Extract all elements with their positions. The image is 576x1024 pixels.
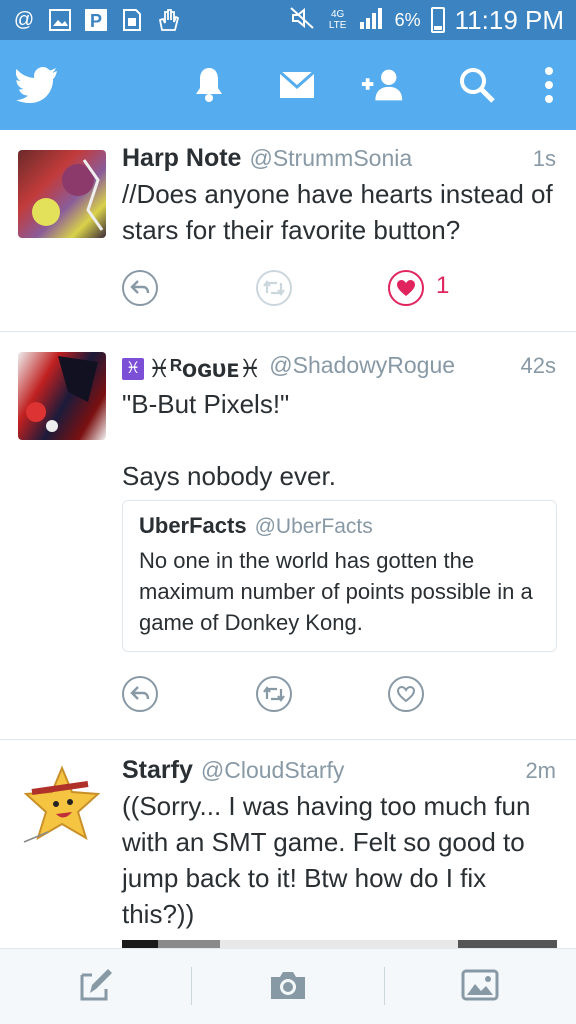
display-name[interactable]: Starfy [122, 756, 193, 785]
favorite-button[interactable] [388, 270, 424, 306]
reply-button[interactable] [122, 676, 158, 712]
display-name-container[interactable]: ♓ ♓ᴿᴏɢᴜᴇ♓ [122, 354, 261, 384]
hand-icon [156, 8, 180, 32]
favorite-count: 1 [436, 272, 450, 299]
battery-percent: 6% [394, 9, 421, 30]
quoted-display-name[interactable]: UberFacts [139, 513, 247, 539]
retweet-button[interactable] [256, 676, 292, 712]
envelope-icon[interactable] [274, 62, 320, 108]
tweet-header: Starfy @CloudStarfy 2m [122, 756, 556, 790]
svg-text:P: P [90, 11, 102, 31]
pisces-badge-icon: ♓ [122, 358, 144, 380]
at-icon: @ [13, 8, 35, 31]
user-handle[interactable]: @CloudStarfy [201, 757, 345, 784]
search-icon[interactable] [454, 62, 500, 108]
tweet-text: ((Sorry... I was having too much fun wit… [122, 791, 531, 929]
tweet-header: Harp Note @StrummSonia 1s [122, 144, 556, 178]
bell-icon[interactable] [186, 62, 232, 108]
status-bar: @ P 4G LTE 6% 11:19 PM [0, 0, 576, 40]
avatar[interactable] [18, 150, 106, 238]
display-name: ♓ᴿᴏɢᴜᴇ♓ [148, 355, 262, 383]
heart-filled-icon [397, 280, 415, 296]
avatar[interactable] [18, 352, 106, 440]
overflow-menu-icon[interactable] [526, 62, 572, 108]
twitter-bird-icon[interactable] [14, 62, 60, 108]
heart-outline-icon [396, 685, 416, 703]
compose-icon[interactable] [76, 965, 116, 1005]
add-user-icon[interactable] [360, 62, 406, 108]
reply-icon [130, 686, 150, 700]
image-icon [48, 8, 72, 32]
p-badge-icon: P [84, 8, 108, 32]
retweet-icon [263, 686, 285, 702]
quoted-user-handle[interactable]: @UberFacts [255, 515, 373, 539]
timestamp: 2m [525, 758, 556, 783]
signal-icon [359, 6, 385, 35]
retweet-icon [263, 280, 285, 296]
camera-icon[interactable] [268, 965, 308, 1005]
gallery-icon[interactable] [460, 965, 500, 1005]
quoted-tweet-text: No one in the world has gotten the maxim… [139, 548, 533, 635]
divider [384, 967, 385, 1005]
attached-image-preview[interactable] [122, 940, 557, 948]
reply-button[interactable] [122, 270, 158, 306]
quoted-tweet-header: UberFacts @UberFacts [139, 513, 540, 539]
clock: 11:19 PM [454, 4, 564, 35]
reply-icon [130, 280, 150, 294]
user-handle[interactable]: @StrummSonia [249, 145, 412, 172]
avatar[interactable] [18, 762, 106, 850]
timeline[interactable]: Harp Note @StrummSonia 1s //Does anyone … [0, 130, 576, 948]
bottom-action-bar [0, 948, 576, 1024]
retweet-button-disabled [256, 270, 292, 306]
display-name[interactable]: Harp Note [122, 144, 241, 173]
divider [191, 967, 192, 1005]
tweet[interactable]: Starfy @CloudStarfy 2m ((Sorry... I was … [0, 740, 576, 948]
mute-icon [289, 6, 317, 35]
tweet-actions: 1 [122, 270, 482, 306]
tweet[interactable]: Harp Note @StrummSonia 1s //Does anyone … [0, 130, 576, 332]
tweet-actions [122, 676, 482, 712]
notification-icons: @ P [12, 8, 180, 32]
timestamp: 42s [520, 353, 556, 378]
favorite-button[interactable] [388, 676, 424, 712]
tweet-header: ♓ ♓ᴿᴏɢᴜᴇ♓ @ShadowyRogue 42s [122, 352, 556, 386]
timestamp: 1s [532, 146, 556, 171]
tweet-text: "B-But Pixels!" Says nobody ever. [122, 389, 336, 491]
battery-icon [430, 7, 445, 33]
sim-icon [120, 8, 144, 32]
user-handle[interactable]: @ShadowyRogue [269, 352, 455, 379]
quoted-tweet[interactable]: UberFacts @UberFacts No one in the world… [122, 500, 557, 652]
tweet-text: //Does anyone have hearts instead of sta… [122, 179, 553, 245]
network-type: 4G LTE [328, 9, 347, 31]
top-bar [0, 40, 576, 130]
system-status: 4G LTE 6% 11:19 PM [289, 5, 564, 36]
